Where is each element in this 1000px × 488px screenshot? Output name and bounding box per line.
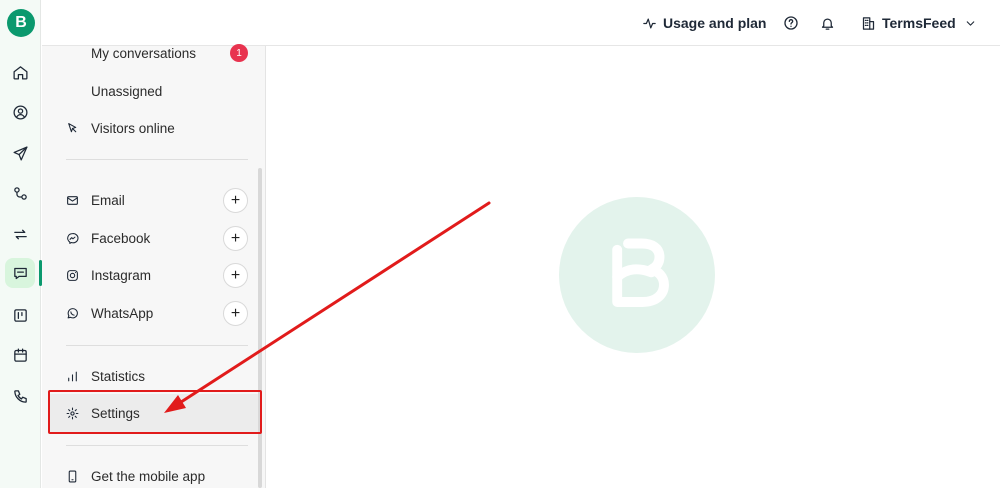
home-icon[interactable]: [5, 57, 35, 87]
sidebar-item-whatsapp[interactable]: WhatsApp: [66, 299, 153, 327]
sidebar-item-instagram[interactable]: Instagram: [66, 261, 151, 289]
account-menu-button[interactable]: TermsFeed: [861, 0, 977, 46]
sidebar-item-label: Unassigned: [91, 83, 163, 99]
contacts-icon[interactable]: [5, 97, 35, 127]
add-instagram-button[interactable]: +: [223, 263, 248, 288]
messenger-icon: [66, 232, 79, 245]
sidebar-item-statistics[interactable]: Statistics: [66, 362, 145, 390]
sidebar-scrollbar[interactable]: [258, 168, 262, 488]
unread-count-badge: 1: [230, 44, 248, 62]
whatsapp-icon: [66, 307, 79, 320]
conversations-icon[interactable]: [5, 258, 35, 288]
help-icon: [784, 16, 798, 30]
chevron-down-icon: [966, 20, 974, 26]
mail-icon: [66, 194, 79, 207]
add-email-button[interactable]: +: [223, 188, 248, 213]
sidebar-item-unassigned[interactable]: Unassigned: [91, 77, 162, 105]
usage-and-plan-button[interactable]: Usage and plan: [642, 0, 766, 46]
sidebar-item-my-conversations[interactable]: My conversations: [91, 39, 196, 67]
sidebar-item-label: WhatsApp: [91, 305, 154, 321]
sidebar-item-email[interactable]: Email: [66, 186, 125, 214]
sidebar-item-label: Facebook: [91, 230, 151, 246]
smartphone-icon: [66, 470, 79, 483]
brand-watermark-logo: [559, 197, 715, 353]
sidebar-divider: [66, 445, 248, 446]
bell-icon: [821, 18, 834, 30]
campaigns-icon[interactable]: [5, 138, 35, 168]
sidebar-divider: [66, 345, 248, 346]
sidebar-item-label: Visitors online: [91, 120, 175, 136]
sidebar-item-facebook[interactable]: Facebook: [66, 224, 150, 252]
sidebar-item-mobile-app[interactable]: Get the mobile app: [66, 462, 205, 488]
sidebar-item-label: My conversations: [91, 45, 197, 61]
instagram-icon: [66, 269, 79, 282]
cursor-icon: [66, 122, 79, 135]
left-rail: B: [0, 0, 42, 488]
notifications-button[interactable]: [820, 0, 835, 46]
app-window: B Usage and plan TermsFeed My conversati…: [0, 0, 1000, 488]
activity-icon: [643, 18, 656, 28]
sidebar-item-label: Statistics: [91, 368, 146, 384]
transactional-icon[interactable]: [5, 219, 35, 249]
sidebar-item-label: Instagram: [91, 267, 152, 283]
brevo-b-icon: [612, 238, 669, 307]
sidebar-item-visitors-online[interactable]: Visitors online: [66, 114, 175, 142]
settings-highlight-box: [48, 390, 262, 434]
add-facebook-button[interactable]: +: [223, 226, 248, 251]
deals-icon[interactable]: [5, 300, 35, 330]
usage-and-plan-label: Usage and plan: [663, 15, 767, 31]
account-name: TermsFeed: [882, 15, 956, 31]
help-button[interactable]: [783, 0, 799, 46]
sidebar-item-label: Get the mobile app: [91, 468, 206, 484]
sidebar-item-label: Email: [91, 192, 125, 208]
add-whatsapp-button[interactable]: +: [223, 301, 248, 326]
phone-icon[interactable]: [5, 381, 35, 411]
bar-chart-icon: [66, 370, 79, 383]
automations-icon[interactable]: [5, 178, 35, 208]
building-icon: [862, 16, 875, 30]
meetings-icon[interactable]: [5, 340, 35, 370]
sidebar-divider: [66, 159, 248, 160]
brevo-logo[interactable]: B: [7, 9, 35, 37]
